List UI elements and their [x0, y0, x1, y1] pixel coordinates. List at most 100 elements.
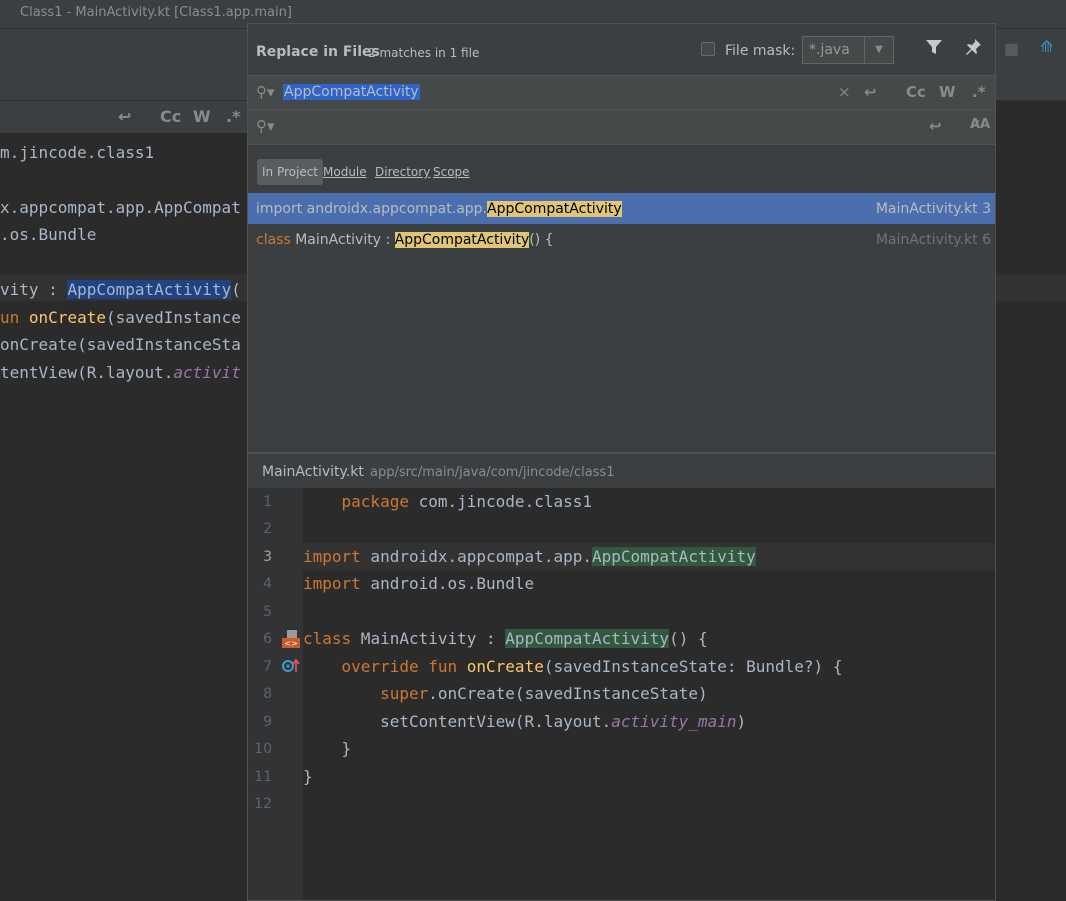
- result-match: AppCompatActivity: [394, 232, 530, 248]
- editor-search-bar: ↩ Cc W .*: [0, 101, 250, 133]
- code-line: import android.os.Bundle: [303, 574, 534, 593]
- line-gutter: 1 2 3 4 5 6 7 8 9 10 11 12 <>: [248, 488, 303, 900]
- newline-icon[interactable]: ↩: [864, 83, 877, 101]
- result-text: import androidx.appcompat.app.AppCompatA…: [256, 201, 622, 217]
- code-line: }: [303, 767, 313, 786]
- code-text: }: [341, 739, 352, 758]
- code-text: androidx.appcompat.app.: [360, 547, 592, 566]
- line-number: 3: [263, 549, 272, 565]
- result-prefix: MainActivity :: [295, 232, 395, 248]
- code-text: (savedInstanceState: Bundle?) {: [543, 657, 843, 676]
- regex-icon[interactable]: .*: [226, 107, 240, 126]
- chevron-down-icon[interactable]: ▼: [864, 37, 893, 63]
- scope-directory[interactable]: Directory: [370, 159, 435, 185]
- file-mask-checkbox[interactable]: [701, 42, 715, 56]
- bg-code-line: tentView(R.layout.activit: [0, 363, 241, 382]
- bg-code-line: vity : AppCompatActivity(: [0, 280, 241, 299]
- line-number: 8: [263, 686, 272, 702]
- preview-header: MainActivity.kt app/src/main/java/com/ji…: [248, 452, 995, 488]
- scope-custom[interactable]: Scope: [428, 159, 475, 185]
- code-line: class MainActivity : AppCompatActivity()…: [303, 629, 708, 648]
- code-line: setContentView(R.layout.activity_main): [303, 712, 746, 731]
- code-text: (savedInstance: [105, 308, 241, 327]
- result-file: MainActivity.kt 3: [875, 201, 991, 217]
- results-list: import androidx.appcompat.app.AppCompatA…: [248, 193, 995, 452]
- result-row[interactable]: class MainActivity : AppCompatActivity()…: [248, 224, 995, 255]
- preview-file-path: app/src/main/java/com/jincode/class1: [370, 465, 615, 480]
- code-keyword: package: [341, 492, 409, 511]
- words-icon[interactable]: W: [193, 107, 211, 126]
- replace-row: ⚲▾ ↩ A̷A: [248, 110, 995, 145]
- code-text: .onCreate(savedInstanceState): [428, 684, 708, 703]
- code-italic: activity_main: [611, 712, 737, 731]
- code-text: ): [736, 712, 747, 731]
- scope-module[interactable]: Module: [318, 159, 372, 185]
- file-mask-label[interactable]: File mask:: [725, 43, 795, 59]
- match-case-toggle[interactable]: Cc: [906, 83, 926, 101]
- line-number: 12: [254, 796, 272, 812]
- code-text: com.jincode.class1: [408, 492, 592, 511]
- code-match: AppCompatActivity: [505, 629, 670, 648]
- replace-in-files-dialog: Replace in Files 2 matches in 1 file Fil…: [247, 23, 996, 901]
- code-text: android.os.Bundle: [360, 574, 535, 593]
- code-keyword: super: [380, 684, 429, 703]
- dialog-header[interactable]: Replace in Files 2 matches in 1 file Fil…: [248, 24, 995, 75]
- code-line: }: [303, 739, 352, 758]
- bg-code-line: un onCreate(savedInstance: [0, 308, 241, 327]
- code-text: tentView(R.layout.: [0, 363, 174, 382]
- code-keyword: fun: [418, 657, 467, 676]
- override-icon[interactable]: [282, 658, 300, 677]
- result-match: AppCompatActivity: [487, 201, 622, 217]
- newline-icon[interactable]: ↩: [929, 117, 942, 135]
- code-text: MainActivity :: [351, 629, 506, 648]
- words-toggle[interactable]: W: [939, 83, 956, 101]
- line-number: 4: [263, 576, 272, 592]
- filter-icon[interactable]: [925, 38, 943, 61]
- find-input[interactable]: AppCompatActivity: [283, 84, 420, 100]
- match-count: 2 matches in 1 file: [368, 46, 480, 60]
- code-italic: activit: [173, 363, 241, 382]
- file-mask-combo[interactable]: *.java ▼: [802, 36, 894, 64]
- code-match: AppCompatActivity: [591, 547, 756, 566]
- layout-file-icon[interactable]: <>: [281, 629, 301, 652]
- preview-editor[interactable]: 1 2 3 4 5 6 7 8 9 10 11 12 <> package co…: [248, 488, 995, 900]
- code-line: package com.jincode.class1: [303, 492, 592, 511]
- code-keyword: import: [303, 547, 361, 566]
- profiler-icon[interactable]: ⟰: [1040, 37, 1053, 56]
- code-line: super.onCreate(savedInstanceState): [303, 684, 708, 703]
- code-selection: AppCompatActivity: [67, 280, 232, 299]
- bg-code-line: x.appcompat.app.AppCompat: [0, 198, 241, 217]
- search-icon[interactable]: ⚲▾: [256, 117, 275, 135]
- code-text: }: [303, 767, 313, 786]
- preserve-case-toggle[interactable]: A̷A: [970, 117, 990, 132]
- line-number: 10: [254, 741, 272, 757]
- code-function: onCreate: [28, 308, 106, 327]
- code-text: setContentView(R.layout.: [380, 712, 612, 731]
- file-mask-value: *.java: [809, 42, 850, 58]
- svg-text:<>: <>: [284, 639, 297, 648]
- dialog-title: Replace in Files: [256, 44, 380, 60]
- match-case-icon[interactable]: Cc: [160, 107, 181, 126]
- scope-in-project[interactable]: In Project: [257, 159, 324, 185]
- line-number: 2: [263, 521, 272, 537]
- code-function: onCreate: [466, 657, 544, 676]
- code-keyword: import: [303, 574, 361, 593]
- result-row[interactable]: import androidx.appcompat.app.AppCompatA…: [248, 193, 995, 224]
- line-number: 6: [263, 631, 272, 647]
- code-keyword: class: [303, 629, 352, 648]
- result-prefix: import androidx.appcompat.app.: [256, 201, 487, 217]
- search-icon[interactable]: ⚲▾: [256, 83, 275, 101]
- pin-icon[interactable]: [964, 38, 982, 61]
- code-text: (: [231, 280, 241, 299]
- regex-toggle[interactable]: .*: [972, 83, 986, 101]
- line-number: 1: [263, 494, 272, 510]
- find-row: ⚲▾ AppCompatActivity × ↩ Cc W .*: [248, 75, 995, 110]
- code-text: vity :: [0, 280, 68, 299]
- line-number: 7: [263, 659, 272, 675]
- scope-tabs: In Project Module Directory Scope: [248, 145, 995, 193]
- wrap-icon[interactable]: ↩: [118, 107, 131, 126]
- result-file: MainActivity.kt 6: [875, 232, 991, 248]
- clear-icon[interactable]: ×: [838, 83, 851, 101]
- stop-icon[interactable]: ■: [1004, 39, 1019, 58]
- line-number: 11: [254, 769, 272, 785]
